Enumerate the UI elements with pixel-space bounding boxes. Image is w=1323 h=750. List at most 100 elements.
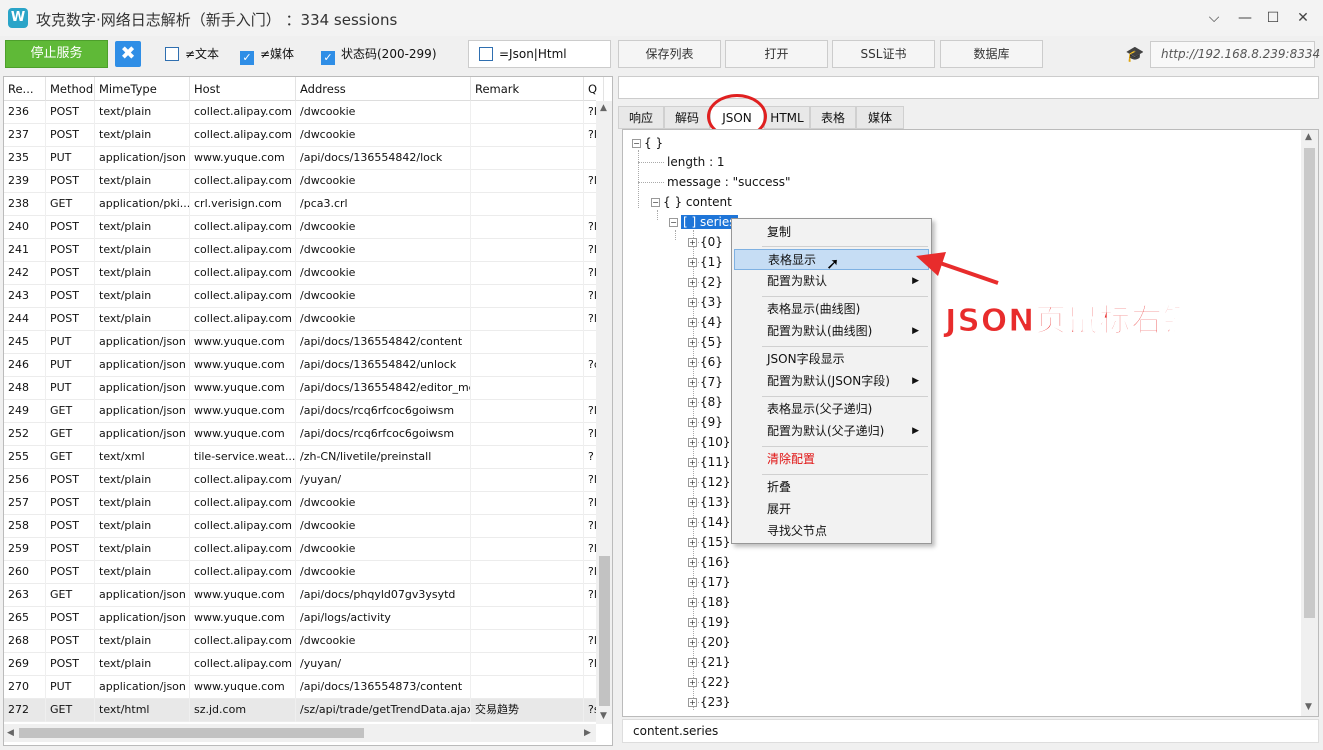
column-header[interactable]: Address	[296, 77, 471, 101]
expand-icon[interactable]: +	[688, 538, 697, 547]
tree-node-item[interactable]: + {23}	[688, 693, 731, 711]
menu-item-config-default-json[interactable]: 配置为默认(JSON字段) ▶	[734, 371, 929, 392]
not-media-checkbox[interactable]: ✓ ≠媒体	[240, 41, 294, 67]
menu-item-clear-config[interactable]: 清除配置	[734, 449, 929, 470]
expand-icon[interactable]: +	[688, 678, 697, 687]
scroll-right-icon[interactable]: ▶	[584, 728, 591, 738]
tree-node-content[interactable]: −{ } content	[651, 193, 732, 211]
tree-node-item[interactable]: + {12}	[688, 473, 731, 491]
expand-icon[interactable]: +	[688, 558, 697, 567]
column-header[interactable]: Method	[46, 77, 95, 101]
tab[interactable]: 表格	[810, 106, 856, 129]
expand-icon[interactable]: +	[688, 578, 697, 587]
tree-node-item[interactable]: + {0}	[688, 233, 723, 251]
tree-node-message[interactable]: message : "success"	[667, 173, 791, 191]
column-header[interactable]: Remark	[471, 77, 584, 101]
table-row[interactable]: 256 POST text/plain collect.alipay.com/yuya…	[4, 469, 596, 492]
tree-node-item[interactable]: + {8}	[688, 393, 723, 411]
vertical-scrollbar[interactable]: ▲ ▼	[596, 101, 612, 724]
scroll-thumb[interactable]	[599, 556, 610, 706]
ssl-cert-button[interactable]: SSL证书	[832, 40, 935, 68]
column-header[interactable]: Host	[190, 77, 296, 101]
expand-icon[interactable]: +	[688, 458, 697, 467]
table-row[interactable]: 269 POST text/plain collect.alipay.com/yuya…	[4, 653, 596, 676]
table-row[interactable]: 238 GET application/pki... crl.verisign.com…	[4, 193, 596, 216]
database-button[interactable]: 数据库	[940, 40, 1043, 68]
expand-icon[interactable]: +	[688, 358, 697, 367]
menu-item-config-default[interactable]: 配置为默认 ▶	[734, 271, 929, 292]
expand-icon[interactable]: +	[688, 658, 697, 667]
tree-node-item[interactable]: + {14}	[688, 513, 731, 531]
menu-item-table-show-curve[interactable]: 表格显示(曲线图)	[734, 299, 929, 320]
table-row[interactable]: 248 PUT application/json www.yuque.com/api/…	[4, 377, 596, 400]
stop-service-button[interactable]: 停止服务	[5, 40, 108, 68]
expand-icon[interactable]: +	[688, 338, 697, 347]
column-header[interactable]: Re...	[4, 77, 46, 101]
menu-item-copy[interactable]: 复制	[734, 222, 929, 243]
not-text-checkbox[interactable]: ≠文本	[165, 41, 219, 67]
table-row[interactable]: 243 POST text/plain collect.alipay.com/dwco…	[4, 285, 596, 308]
scroll-up-icon[interactable]: ▲	[600, 103, 607, 113]
table-row[interactable]: 237 POST text/plain collect.alipay.com/dwco…	[4, 124, 596, 147]
close-icon[interactable]: ✕	[1292, 8, 1314, 28]
tree-node-item[interactable]: + {5}	[688, 333, 723, 351]
column-header[interactable]: Q	[584, 77, 604, 101]
scroll-left-icon[interactable]: ◀	[7, 728, 14, 738]
tree-node-item[interactable]: + {10}	[688, 433, 731, 451]
open-button[interactable]: 打开	[725, 40, 828, 68]
scroll-up-icon[interactable]: ▲	[1305, 132, 1312, 142]
tree-node-item[interactable]: + {16}	[688, 553, 731, 571]
table-row[interactable]: 268 POST text/plain collect.alipay.com/dwco…	[4, 630, 596, 653]
tree-node-item[interactable]: + {2}	[688, 273, 723, 291]
tree-node-item[interactable]: + {1}	[688, 253, 723, 271]
status-code-checkbox[interactable]: ✓ 状态码(200-299)	[321, 41, 437, 67]
table-row[interactable]: 246 PUT application/json www.yuque.com/api/…	[4, 354, 596, 377]
server-url[interactable]: http://192.168.8.239:8334	[1150, 41, 1320, 68]
expand-icon[interactable]: +	[688, 518, 697, 527]
tree-node-item[interactable]: + {15}	[688, 533, 731, 551]
menu-item-json-field-show[interactable]: JSON字段显示	[734, 349, 929, 370]
menu-item-collapse[interactable]: 折叠	[734, 477, 929, 498]
tree-node-item[interactable]: + {22}	[688, 673, 731, 691]
tree-node-item[interactable]: + {3}	[688, 293, 723, 311]
expand-icon[interactable]: +	[688, 398, 697, 407]
tab[interactable]: 媒体	[856, 106, 904, 129]
tab[interactable]: 响应	[618, 106, 664, 129]
table-row[interactable]: 242 POST text/plain collect.alipay.com/dwco…	[4, 262, 596, 285]
table-row[interactable]: 257 POST text/plain collect.alipay.com/dwco…	[4, 492, 596, 515]
collapse-icon[interactable]: −	[669, 218, 678, 227]
menu-item-find-parent[interactable]: 寻找父节点	[734, 521, 929, 542]
tree-node-item[interactable]: + {7}	[688, 373, 723, 391]
scroll-down-icon[interactable]: ▼	[600, 711, 607, 721]
expand-icon[interactable]: +	[688, 378, 697, 387]
tree-node-item[interactable]: + {11}	[688, 453, 731, 471]
table-row[interactable]: 249 GET application/json www.yuque.com/api/…	[4, 400, 596, 423]
table-row[interactable]: 252 GET application/json www.yuque.com/api/…	[4, 423, 596, 446]
table-row[interactable]: 259 POST text/plain collect.alipay.com/dwco…	[4, 538, 596, 561]
expand-icon[interactable]: +	[688, 598, 697, 607]
tab[interactable]: HTML	[764, 106, 810, 129]
menu-item-config-default-recursive[interactable]: 配置为默认(父子递归) ▶	[734, 421, 929, 442]
table-row[interactable]: 239 POST text/plain collect.alipay.com/dwco…	[4, 170, 596, 193]
expand-icon[interactable]: +	[688, 638, 697, 647]
chevron-down-icon[interactable]: ⌵	[1203, 8, 1225, 28]
table-row[interactable]: 255 GET text/xml tile-service.weat.../zh-CN…	[4, 446, 596, 469]
graduation-cap-icon[interactable]: 🎓	[1124, 42, 1146, 66]
tree-node-item[interactable]: + {13}	[688, 493, 731, 511]
table-row[interactable]: 236 POST text/plain collect.alipay.com/dwco…	[4, 101, 596, 124]
tree-node-root[interactable]: −{ }	[632, 134, 663, 152]
scroll-thumb[interactable]	[19, 728, 364, 738]
tree-node-series[interactable]: −[ ] series	[669, 213, 738, 231]
tree-node-item[interactable]: + {20}	[688, 633, 731, 651]
expand-icon[interactable]: +	[688, 298, 697, 307]
expand-icon[interactable]: +	[688, 238, 697, 247]
clear-icon[interactable]: ✖	[115, 41, 141, 67]
table-row[interactable]: 265 POST application/json www.yuque.com/api…	[4, 607, 596, 630]
table-row[interactable]: 245 PUT application/json www.yuque.com/api/…	[4, 331, 596, 354]
expand-icon[interactable]: +	[688, 498, 697, 507]
collapse-icon[interactable]: −	[651, 198, 660, 207]
expand-icon[interactable]: +	[688, 478, 697, 487]
tree-node-item[interactable]: + {17}	[688, 573, 731, 591]
tree-node-item[interactable]: + {18}	[688, 593, 731, 611]
table-row[interactable]: 241 POST text/plain collect.alipay.com/dwco…	[4, 239, 596, 262]
